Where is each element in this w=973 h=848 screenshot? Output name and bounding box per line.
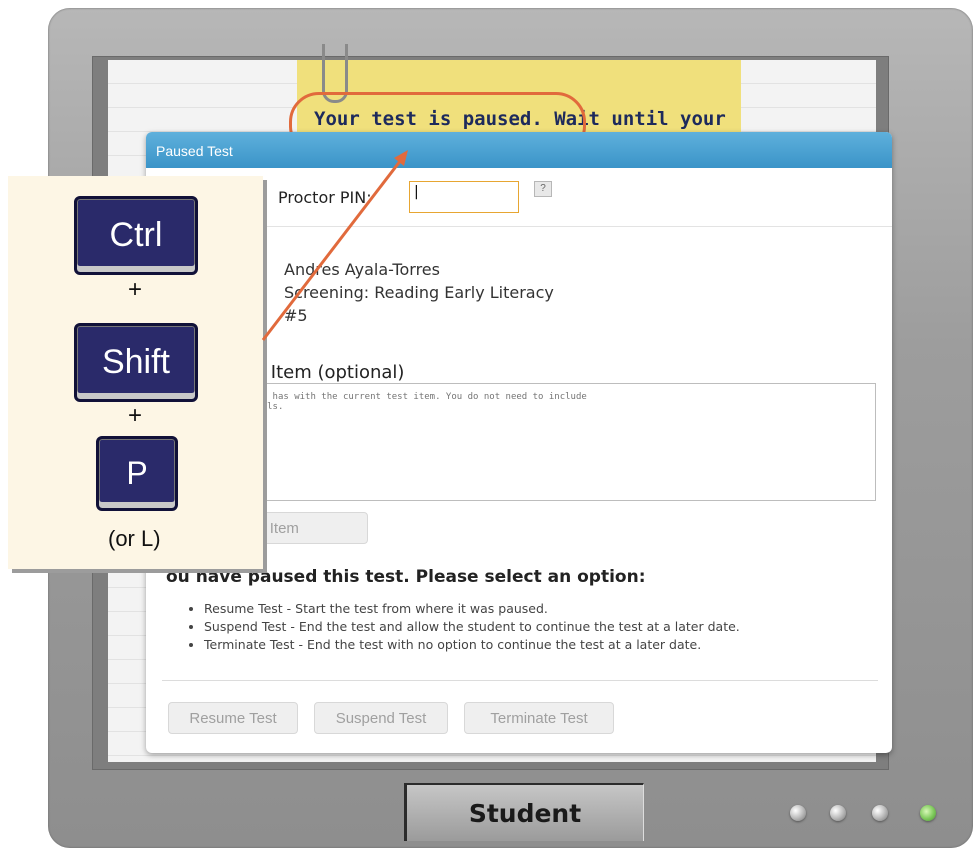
indicator-light-icon: [872, 805, 888, 821]
power-light-icon: [920, 805, 936, 821]
indicator-light-icon: [790, 805, 806, 821]
student-label: Student: [404, 783, 644, 841]
pointer-arrow: [261, 150, 408, 341]
indicator-light-icon: [830, 805, 846, 821]
